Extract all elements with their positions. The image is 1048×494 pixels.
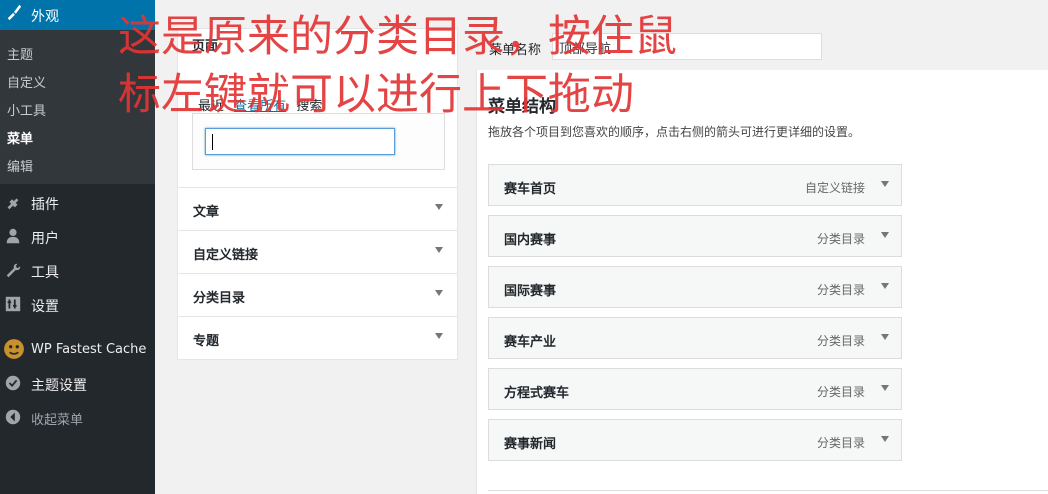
accordion-categories[interactable]: 分类目录 — [177, 274, 458, 317]
pages-accordion-section: 页面 最近 查看所有 搜索 — [177, 28, 458, 188]
menu-item-row[interactable]: 国际赛事 分类目录 — [488, 266, 902, 308]
triangle-down-icon[interactable] — [881, 334, 889, 340]
menu-structure-title: 菜单结构 — [488, 97, 556, 117]
menu-item-type: 分类目录 — [816, 436, 865, 450]
menu-item-type: 分类目录 — [816, 232, 865, 246]
sidebar-item-label: 主题设置 — [31, 378, 87, 394]
pages-tabs: 最近 查看所有 搜索 — [198, 95, 328, 114]
menu-item-type: 分类目录 — [816, 334, 865, 348]
accordion-label: 专题 — [193, 334, 220, 349]
triangle-down-icon[interactable] — [881, 232, 889, 238]
submenu-item-customize[interactable]: 自定义 — [7, 72, 46, 91]
menu-item-row[interactable]: 赛事新闻 分类目录 — [488, 419, 902, 461]
user-icon — [6, 228, 20, 244]
triangle-down-icon — [435, 290, 443, 296]
menu-item-title: 赛事新闻 — [504, 437, 557, 452]
sidebar-item-plugins[interactable]: 插件 — [0, 188, 155, 218]
accordion-label: 分类目录 — [193, 291, 246, 306]
divider — [488, 490, 1048, 491]
triangle-down-icon — [435, 204, 443, 210]
triangle-down-icon[interactable] — [881, 436, 889, 442]
tab-recent[interactable]: 最近 — [198, 99, 224, 114]
sidebar-item-label: 用户 — [31, 231, 59, 247]
menu-item-title: 国内赛事 — [504, 233, 557, 248]
collapse-menu-button[interactable]: 收起菜单 — [0, 403, 155, 433]
pages-search-panel — [192, 113, 445, 170]
triangle-down-icon — [435, 333, 443, 339]
sidebar-item-theme-settings[interactable]: 主题设置 — [0, 369, 155, 399]
menu-item-row[interactable]: 赛车产业 分类目录 — [488, 317, 902, 359]
sidebar-item-label: 外观 — [31, 9, 59, 25]
menu-name-input[interactable]: 顶部导航 — [552, 33, 822, 60]
accordion-label: 自定义链接 — [193, 248, 259, 263]
sidebar-item-label: 工具 — [31, 265, 59, 281]
accordion-posts[interactable]: 文章 — [177, 188, 458, 231]
submenu-item-menus[interactable]: 菜单 — [7, 128, 33, 147]
accordion-label: 文章 — [193, 205, 220, 220]
triangle-down-icon[interactable] — [881, 283, 889, 289]
plugin-icon — [7, 198, 19, 210]
pages-search-input[interactable] — [205, 128, 395, 155]
tab-view-all[interactable]: 查看所有 — [234, 99, 286, 114]
sidebar-item-appearance[interactable]: 外观 — [0, 0, 155, 30]
triangle-down-icon[interactable] — [881, 181, 889, 187]
sidebar-item-label: 设置 — [31, 299, 59, 315]
menu-item-row[interactable]: 赛车首页 自定义链接 — [488, 164, 902, 206]
triangle-down-icon — [435, 247, 443, 253]
sidebar-item-label: 插件 — [31, 197, 59, 213]
theme-settings-icon — [5, 375, 21, 391]
sidebar-item-users[interactable]: 用户 — [0, 222, 155, 252]
sidebar-item-label: WP Fastest Cache — [31, 342, 147, 357]
tab-search[interactable]: 搜索 — [296, 99, 322, 114]
triangle-down-icon[interactable] — [881, 385, 889, 391]
menu-name-label: 菜单名称 — [489, 43, 542, 58]
menu-item-title: 国际赛事 — [504, 284, 557, 299]
settings-icon — [5, 296, 21, 312]
menu-item-title: 赛车首页 — [504, 182, 557, 197]
submenu-item-themes[interactable]: 主题 — [7, 44, 33, 63]
sidebar-item-tools[interactable]: 工具 — [0, 256, 155, 286]
sidebar-item-settings[interactable]: 设置 — [0, 290, 155, 320]
pages-section-title[interactable]: 页面 — [192, 35, 218, 54]
paintbrush-icon — [7, 4, 22, 21]
admin-sidebar: 外观 主题 自定义 小工具 菜单 编辑 插件 用户 工具 设置 WP Faste… — [0, 0, 155, 494]
cheetah-icon — [4, 339, 24, 359]
menu-item-type: 分类目录 — [816, 283, 865, 297]
submenu-item-widgets[interactable]: 小工具 — [7, 100, 46, 119]
menu-item-type: 分类目录 — [816, 385, 865, 399]
menu-item-title: 方程式赛车 — [504, 386, 570, 401]
menu-item-row[interactable]: 方程式赛车 分类目录 — [488, 368, 902, 410]
menu-item-title: 赛车产业 — [504, 335, 557, 350]
text-caret — [212, 134, 213, 150]
menu-item-row[interactable]: 国内赛事 分类目录 — [488, 215, 902, 257]
accordion-custom-links[interactable]: 自定义链接 — [177, 231, 458, 274]
collapse-icon — [5, 409, 21, 425]
submenu-item-editor[interactable]: 编辑 — [7, 156, 33, 175]
sidebar-item-label: 收起菜单 — [31, 413, 84, 428]
appearance-submenu: 主题 自定义 小工具 菜单 编辑 — [0, 30, 155, 184]
menu-structure-description: 拖放各个项目到您喜欢的顺序，点击右侧的箭头可进行更详细的设置。 — [488, 125, 861, 139]
sidebar-item-wp-fastest-cache[interactable]: WP Fastest Cache — [0, 336, 155, 366]
wrench-icon — [6, 263, 21, 278]
accordion-topics[interactable]: 专题 — [177, 317, 458, 360]
menu-item-type: 自定义链接 — [804, 181, 865, 195]
